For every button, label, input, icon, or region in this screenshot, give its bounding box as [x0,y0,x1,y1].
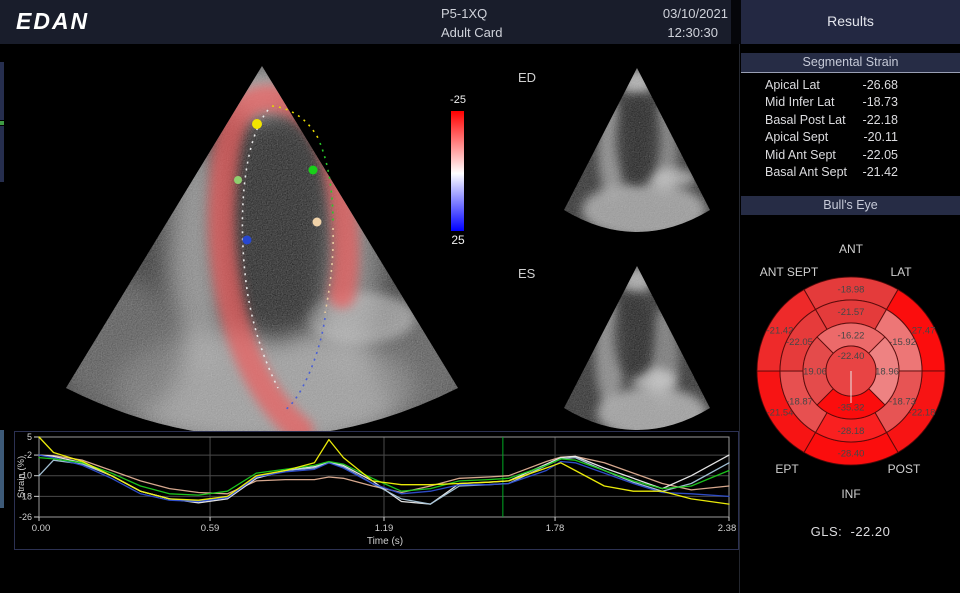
bulls-eye-region-label-post: POST [888,462,921,476]
ed-frame-label: ED [518,70,536,85]
table-row: Basal Ant Sept -21.42 [741,164,960,181]
table-row: Mid Infer Lat -18.73 [741,94,960,111]
segment-value: -26.68 [863,78,898,92]
gls-result: GLS: -22.20 [741,524,960,539]
segment-value: -20.11 [863,130,898,144]
probe-name: P5-1XQ [441,6,487,21]
marker-blue [243,236,252,245]
y-axis-label: Strain (%) [16,456,27,498]
segment-name: Mid Infer Lat [765,95,834,109]
bulls-eye-region-label-ant-sept: ANT SEPT [760,265,819,279]
marker-green [309,166,318,175]
bulls-eye-value-apical-bottom: -35.32 [838,403,865,414]
bulls-eye-value-mid-bottom: -28.18 [838,426,865,437]
bulls-eye-value-mid-bottom-left: -18.87 [786,396,813,407]
exam-preset: Adult Card [441,25,502,40]
system-date: 03/10/2021 [663,6,728,21]
segment-value: -18.73 [863,95,898,109]
x-tick-label: 1.78 [546,523,565,534]
strain-chart[interactable]: 5-2-10-18-260.000.591.191.782.38Strain (… [15,432,736,547]
segmental-strain-underline [741,72,960,73]
strain-colorbar [451,111,464,231]
y-tick-label: 5 [27,432,32,442]
gls-label: GLS: [811,524,843,539]
colorbar-max-label: -25 [443,94,473,106]
bulls-eye-region-label-lat: LAT [890,265,912,279]
segment-name: Basal Post Lat [765,113,846,127]
x-axis-label: Time (s) [367,536,403,547]
bulls-eye-region-label-ept: EPT [775,462,799,476]
title-bar-gap [731,0,741,44]
edge-segment-green [0,121,4,125]
segment-name: Basal Ant Sept [765,165,847,179]
marker-light-green [234,176,242,184]
table-row: Mid Ant Sept -22.05 [741,147,960,164]
bulls-eye-header: Bull's Eye [741,196,960,215]
bulls-eye-region-label-inf: INF [841,487,860,501]
title-bar [0,0,731,44]
segment-name: Apical Sept [765,130,828,144]
segmental-strain-header: Segmental Strain [741,53,960,72]
y-tick-label: -26 [19,512,32,522]
panel-divider [739,44,740,593]
edge-segment-blue [0,430,4,508]
bulls-eye-value-apical-right: 18.96 [875,367,899,378]
segment-value: -22.18 [863,113,898,127]
bulls-eye-value-outer-bottom-left: -21.54 [767,408,794,419]
results-panel-title: Results [741,13,960,29]
bulls-eye-value-apical-left: 19.06 [803,367,827,378]
segment-value: -22.05 [863,148,898,162]
segment-name: Mid Ant Sept [765,148,836,162]
bulls-eye-value-mid-top-right: -15.92 [889,337,916,348]
bulls-eye-value-mid-top: -21.57 [838,307,865,318]
segment-name: Apical Lat [765,78,820,92]
segmental-strain-table: Apical Lat -26.68 Mid Infer Lat -18.73 Basal… [741,77,960,181]
bulls-eye-value-apex-center: -22.40 [838,351,865,362]
strain-chart-panel: 5-2-10-18-260.000.591.191.782.38Strain (… [14,431,739,550]
edge-segment [0,126,4,182]
table-row: Basal Post Lat -22.18 [741,112,960,129]
gls-value: -22.20 [850,524,890,539]
x-tick-label: 0.59 [201,523,220,534]
segment-value: -21.42 [863,165,898,179]
x-tick-label: 2.38 [718,523,736,534]
main-ultrasound-image[interactable] [30,58,460,443]
bulls-eye-value-outer-bottom: -28.40 [838,449,865,460]
x-tick-label: 1.19 [375,523,394,534]
es-frame-label: ES [518,266,535,281]
app-screen: EDAN P5-1XQ Adult Card 03/10/2021 12:30:… [0,0,960,593]
colorbar-min-label: 25 [443,233,473,247]
bulls-eye-region-label-ant: ANT [839,242,864,256]
bulls-eye-value-mid-top-left: -22.05 [786,337,813,348]
bulls-eye-plot: -18.98-27.47-22.18-28.40-21.54-21.42-21.… [741,218,960,520]
bulls-eye-value-outer-top: -18.98 [838,285,865,296]
edge-segment [0,62,4,120]
bulls-eye-value-outer-bottom-right: -22.18 [909,408,936,419]
system-time: 12:30:30 [667,25,718,40]
x-tick-label: 0.00 [32,523,51,534]
bulls-eye-value-mid-bottom-right: -18.73 [889,396,916,407]
table-row: Apical Lat -26.68 [741,77,960,94]
es-thumbnail-image[interactable] [552,258,738,448]
table-row: Apical Sept -20.11 [741,129,960,146]
ed-thumbnail-image[interactable] [552,60,738,250]
edan-logo: EDAN [16,8,89,35]
marker-yellow [252,119,262,129]
marker-cream [313,218,322,227]
bulls-eye-value-apical-top: -16.22 [838,331,865,342]
